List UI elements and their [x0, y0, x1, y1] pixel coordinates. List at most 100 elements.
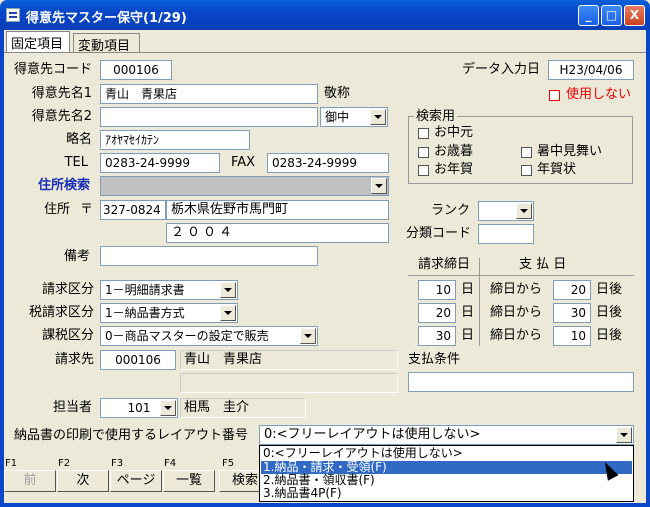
chevron-down-icon[interactable] [220, 282, 236, 298]
billing-class-value: 1－明細請求書 [105, 283, 185, 297]
maximize-button[interactable]: □ [601, 5, 622, 26]
payment-offset-input-1[interactable]: 20 [553, 280, 591, 300]
customer-code-label: 得意先コード [13, 62, 92, 77]
chevron-down-icon[interactable] [370, 109, 386, 125]
bill-to-code-input[interactable]: 000106 [100, 350, 176, 370]
tab-fixed-items[interactable]: 固定項目 [6, 31, 70, 52]
postal-code-input[interactable]: 327-0824 [100, 200, 166, 220]
rank-select[interactable] [478, 201, 534, 221]
taxation-class-select[interactable]: 0－商品マスターの設定で販売 [100, 326, 318, 346]
search-option-ochugen-label: お中元 [434, 125, 474, 140]
payment-offset-input-2[interactable]: 30 [553, 303, 591, 323]
search-checkbox-nengajo[interactable] [521, 165, 532, 176]
postal-mark: 〒 [80, 202, 94, 217]
chevron-down-icon[interactable] [160, 400, 176, 416]
abbr-label: 略名 [65, 132, 92, 147]
payment-terms-label: 支払条件 [408, 352, 461, 367]
from-closing-label: 締日から [490, 328, 543, 343]
window-frame-bottom [0, 503, 650, 507]
address-label: 住所 [44, 202, 71, 217]
not-in-use-label: 使用しない [566, 87, 632, 102]
day-unit-label: 日 [461, 328, 475, 343]
not-in-use-checkbox[interactable] [549, 90, 560, 101]
tax-class-label: 税請求区分 [28, 305, 94, 320]
search-option-onenga-label: お年賀 [434, 162, 474, 177]
rank-label: ランク [430, 203, 470, 218]
fkey-f3-label: F3 [111, 458, 124, 469]
layout-option-3[interactable]: 3.納品書4P(F) [261, 487, 632, 500]
fax-input[interactable]: 0283-24-9999 [267, 153, 389, 173]
address1-input[interactable]: 栃木県佐野市馬門町 [166, 200, 389, 220]
table-header-rule [408, 275, 634, 276]
days-after-label: 日後 [596, 305, 623, 320]
staff-code-select[interactable]: 101 [100, 398, 178, 418]
payment-offset-input-3[interactable]: 10 [553, 326, 591, 346]
customer-name1-label: 得意先名1 [31, 86, 92, 101]
tab-variable-items[interactable]: 変動項目 [73, 33, 140, 54]
honorific-select[interactable]: 御中 [320, 107, 388, 127]
closing-day-header: 請求締日 [418, 257, 471, 272]
payment-terms-input[interactable] [408, 372, 634, 392]
honorific-select-value: 御中 [325, 110, 350, 124]
search-checkbox-shochu[interactable] [521, 147, 532, 158]
address2-input[interactable]: ２００４ [166, 223, 389, 243]
page-button[interactable]: ページ [110, 470, 162, 492]
data-entry-date-label: データ入力日 [461, 62, 540, 77]
close-button[interactable]: X [624, 5, 645, 26]
layout-option-0[interactable]: 0:<フリーレイアウトは使用しない> [261, 447, 632, 460]
billing-class-select[interactable]: 1－明細請求書 [100, 280, 238, 300]
search-option-oseibo-label: お歳暮 [434, 144, 474, 159]
category-code-input[interactable] [478, 224, 534, 244]
title-bar[interactable]: 得意先マスター保守(1/29) _ □ X [0, 0, 650, 30]
payment-day-header: 支 払 日 [519, 257, 567, 272]
window-frame-right [646, 30, 650, 507]
chevron-down-icon[interactable] [300, 328, 316, 344]
bill-to-label: 請求先 [54, 352, 94, 367]
staff-code-value: 101 [127, 401, 151, 415]
next-button[interactable]: 次 [57, 470, 109, 492]
chevron-down-icon[interactable] [371, 178, 387, 194]
prev-button[interactable]: 前 [4, 470, 56, 492]
search-checkbox-ochugen[interactable] [418, 128, 429, 139]
layout-number-value: 0:<フリーレイアウトは使用しない> [264, 427, 481, 442]
app-icon [6, 8, 20, 22]
day-unit-label: 日 [461, 282, 475, 297]
minimize-button[interactable]: _ [578, 5, 599, 26]
taxation-class-value: 0－商品マスターの設定で販売 [105, 329, 269, 343]
abbr-input[interactable]: ｱｵﾔﾏｾｲｶﾃﾝ [100, 130, 250, 150]
address-search-label[interactable]: 住所検索 [4, 177, 90, 195]
window-title: 得意先マスター保守(1/29) [26, 11, 187, 26]
from-closing-label: 締日から [490, 282, 543, 297]
category-code-label: 分類コード [405, 226, 471, 241]
address-search-select[interactable] [100, 176, 389, 196]
layout-dropdown-list[interactable]: 0:<フリーレイアウトは使用しない> 1.納品・請求・受領(F) 2.納品書・領… [259, 445, 634, 502]
chevron-down-icon[interactable] [516, 203, 532, 219]
chevron-down-icon[interactable] [220, 305, 236, 321]
search-checkbox-oseibo[interactable] [418, 147, 429, 158]
taxation-class-label: 課税区分 [41, 328, 94, 343]
remarks-label: 備考 [63, 249, 90, 264]
list-button[interactable]: 一覧 [163, 470, 215, 492]
fkey-f4-label: F4 [164, 458, 177, 469]
closing-day-input-1[interactable]: 10 [418, 280, 456, 300]
remarks-input[interactable] [100, 246, 318, 266]
customer-name2-input[interactable] [100, 107, 318, 127]
tax-class-select[interactable]: 1－納品書方式 [100, 303, 238, 323]
closing-day-input-3[interactable]: 30 [418, 326, 456, 346]
staff-label: 担当者 [52, 400, 92, 415]
staff-name-display: 相馬 圭介 [180, 398, 306, 418]
day-unit-label: 日 [461, 305, 475, 320]
customer-name1-input[interactable]: 青山 青果店 [100, 84, 318, 104]
tel-input[interactable]: 0283-24-9999 [100, 153, 220, 173]
days-after-label: 日後 [596, 282, 623, 297]
data-entry-date-input[interactable]: H23/04/06 [548, 60, 634, 80]
layout-number-select[interactable]: 0:<フリーレイアウトは使用しない> [259, 425, 634, 445]
closing-day-input-2[interactable]: 20 [418, 303, 456, 323]
customer-name2-label: 得意先名2 [31, 109, 92, 124]
chevron-down-icon[interactable] [616, 427, 632, 443]
billing-class-label: 請求区分 [41, 282, 94, 297]
search-checkbox-onenga[interactable] [418, 165, 429, 176]
fkey-f5-label: F5 [222, 458, 235, 469]
days-after-label: 日後 [596, 328, 623, 343]
customer-code-input[interactable]: 000106 [100, 60, 172, 80]
